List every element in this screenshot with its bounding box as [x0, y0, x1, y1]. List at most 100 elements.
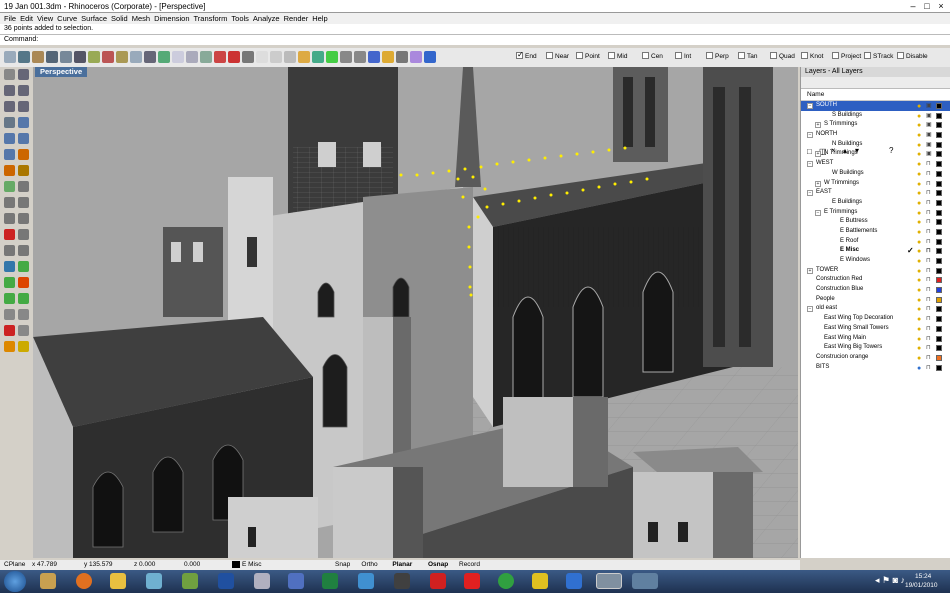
osnap-near[interactable]: Near	[546, 52, 569, 62]
layer-row[interactable]: East Wing Main ● ⊓	[801, 334, 950, 344]
layer-row[interactable]: W Buildings ● ⊓	[801, 169, 950, 179]
close-button[interactable]: ×	[934, 1, 948, 11]
layer-color-swatch[interactable]	[936, 151, 942, 158]
app-icon-1[interactable]	[146, 573, 162, 589]
osnap-knot[interactable]: Knot	[801, 52, 823, 62]
object-snap-icon[interactable]	[410, 51, 422, 63]
layer-color-swatch[interactable]	[936, 190, 942, 197]
grid-snap-icon[interactable]	[18, 261, 29, 272]
array-icon[interactable]	[18, 229, 29, 240]
osnap-mid[interactable]: Mid	[608, 52, 627, 62]
status-toggle-osnap[interactable]: Osnap	[428, 560, 448, 570]
layer-color-swatch[interactable]	[936, 180, 942, 187]
polyline-icon[interactable]	[18, 69, 29, 80]
word-icon[interactable]	[218, 573, 234, 589]
layer-color-swatch[interactable]	[936, 219, 942, 226]
layer-color-swatch[interactable]	[936, 258, 942, 264]
osnap-point[interactable]: Point	[576, 52, 600, 62]
layer-row[interactable]: Construction Red ● ⊓	[801, 275, 950, 285]
rotate-icon[interactable]	[144, 51, 156, 63]
copy-icon[interactable]	[18, 197, 29, 208]
layer-row[interactable]: E Misc ✓ ● ⊓	[801, 246, 950, 256]
layer-row[interactable]: + N Trimmings ● ▣	[801, 149, 950, 159]
layer-row[interactable]: N Buildings ● ▣	[801, 140, 950, 150]
menu-mesh[interactable]: Mesh	[132, 13, 150, 24]
ie-icon[interactable]	[566, 573, 582, 589]
layer-row[interactable]: E Windows ● ⊓	[801, 256, 950, 266]
rendered-icon[interactable]	[326, 51, 338, 63]
layer-color-swatch[interactable]	[936, 287, 942, 294]
layer-row[interactable]: + S Trimmings ● ▣	[801, 120, 950, 130]
layer-color-swatch[interactable]	[936, 122, 942, 129]
app-icon-4[interactable]	[288, 573, 304, 589]
menu-file[interactable]: File	[4, 13, 16, 24]
material-icon[interactable]	[354, 51, 366, 63]
layer-row[interactable]: − E Trimmings ● ⊓	[801, 208, 950, 218]
start-button[interactable]	[4, 571, 26, 592]
layer-row[interactable]: Construction Blue ● ⊓	[801, 285, 950, 295]
chrome-icon[interactable]	[498, 573, 514, 589]
grid-icon[interactable]	[242, 51, 254, 63]
app-icon-8[interactable]	[532, 573, 548, 589]
history-icon[interactable]	[4, 293, 15, 304]
layer-row[interactable]: − old east ● ⊓	[801, 304, 950, 314]
layer-color-swatch[interactable]	[936, 325, 942, 332]
layer-color-swatch[interactable]	[936, 170, 942, 177]
maximize-button[interactable]: □	[920, 1, 934, 11]
osnap-checkbox[interactable]	[675, 52, 682, 59]
osnap-disable[interactable]: Disable	[897, 52, 928, 62]
layer-name-column-header[interactable]: Name	[801, 89, 950, 101]
light-icon[interactable]	[368, 51, 380, 63]
save-icon[interactable]	[32, 51, 44, 63]
clock-date[interactable]: 19/01/2010	[905, 582, 938, 589]
collapse-icon[interactable]: −	[807, 132, 813, 139]
trim-icon[interactable]	[4, 165, 15, 176]
osnap-strack[interactable]: STrack	[864, 52, 893, 62]
analyze-icon[interactable]	[18, 293, 29, 304]
cylinder-icon[interactable]	[4, 149, 15, 160]
osnap-cen[interactable]: Cen	[642, 52, 663, 62]
layer-icon[interactable]	[4, 261, 15, 272]
zoom-selected-icon[interactable]	[214, 51, 226, 63]
menu-render[interactable]: Render	[284, 13, 309, 24]
menu-curve[interactable]: Curve	[57, 13, 77, 24]
collapse-icon[interactable]: −	[807, 190, 813, 197]
app-icon-2[interactable]	[182, 573, 198, 589]
layer-color-swatch[interactable]	[936, 248, 942, 255]
layer-row[interactable]: + TOWER ● ⊓	[801, 266, 950, 276]
app-icon-6[interactable]	[394, 573, 410, 589]
firefox-icon[interactable]	[76, 573, 92, 589]
expand-icon[interactable]: +	[815, 122, 821, 129]
osnap-settings-icon[interactable]	[396, 51, 408, 63]
layer-color-swatch[interactable]	[936, 238, 942, 245]
layer-row[interactable]: BITS ● ⊓	[801, 363, 950, 373]
wire-icon[interactable]	[18, 325, 29, 336]
viewport-title[interactable]: Perspective	[35, 67, 88, 77]
osnap-quad[interactable]: Quad	[770, 52, 795, 62]
collapse-icon[interactable]: −	[807, 161, 813, 168]
unlock-icon[interactable]: ⊓	[926, 364, 931, 374]
layer-row[interactable]: Construcion orange ● ⊓	[801, 353, 950, 363]
layer-row[interactable]: East Wing Top Decoration ● ⊓	[801, 314, 950, 324]
four-views-icon[interactable]	[228, 51, 240, 63]
osnap-checkbox[interactable]	[897, 52, 904, 59]
menu-surface[interactable]: Surface	[81, 13, 107, 24]
app-icon-9[interactable]	[632, 573, 658, 589]
layer-row[interactable]: − WEST ● ⊓	[801, 159, 950, 169]
zoom-extents-icon[interactable]	[200, 51, 212, 63]
explorer-icon[interactable]	[40, 573, 56, 589]
new-icon[interactable]	[4, 51, 16, 63]
layer-color-swatch[interactable]	[936, 364, 942, 371]
layer-color-swatch[interactable]	[936, 335, 942, 342]
layer-row[interactable]: − NORTH ● ▣	[801, 130, 950, 140]
perspective-viewport[interactable]: Perspective	[33, 67, 798, 558]
menu-solid[interactable]: Solid	[111, 13, 128, 24]
layer-row[interactable]: East Wing Small Towers ● ⊓	[801, 324, 950, 334]
layer-color-swatch[interactable]	[936, 306, 942, 313]
osnap-checkbox[interactable]	[642, 52, 649, 59]
arc-icon[interactable]	[18, 85, 29, 96]
model-view[interactable]	[33, 67, 798, 558]
layer-color-swatch[interactable]	[936, 228, 942, 235]
shade-icon[interactable]	[4, 341, 15, 352]
osnap-checkbox[interactable]	[864, 52, 871, 59]
